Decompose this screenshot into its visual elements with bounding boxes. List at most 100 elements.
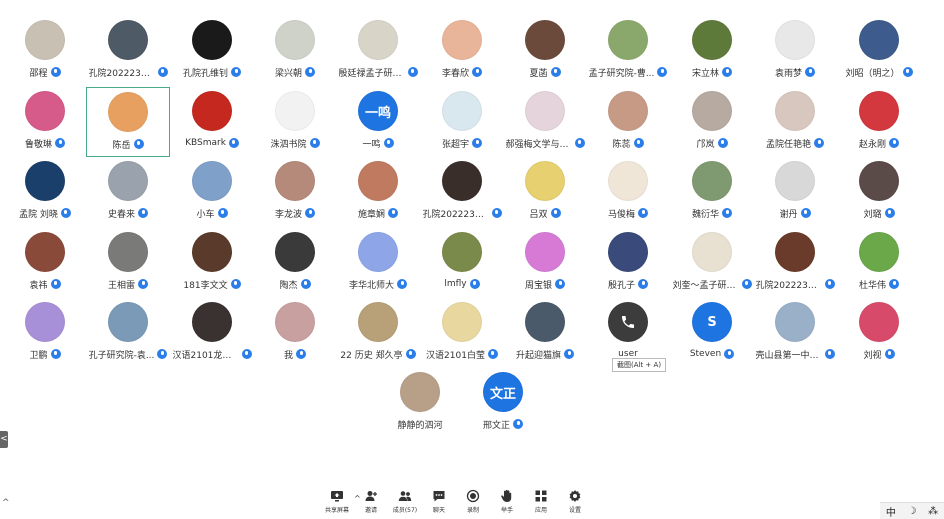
participant-tile[interactable]: 壳山县第一中学... <box>753 298 837 368</box>
participant-avatar <box>275 302 315 342</box>
participant-name: 吕双 <box>529 209 548 220</box>
participant-tile[interactable]: 李华北师大 <box>336 228 420 298</box>
participant-avatar <box>608 91 648 131</box>
mic-icon <box>241 349 252 359</box>
participant-tile[interactable]: 刘璐 <box>837 157 921 227</box>
participant-tile[interactable]: 升起迎猫旗 <box>503 298 587 368</box>
participant-tile[interactable]: 孔子研究院-袁... <box>86 298 170 368</box>
participant-tile[interactable]: 郝强梅文学与传... <box>503 87 587 157</box>
participant-tile[interactable]: 我 <box>253 298 337 368</box>
participant-tile[interactable]: 史春来 <box>86 157 170 227</box>
participant-avatar <box>358 302 398 342</box>
participant-tile[interactable]: 刘昭（明之） <box>837 16 921 86</box>
participant-tile[interactable]: 杜华伟 <box>837 228 921 298</box>
participant-tile[interactable]: 赵永刚 <box>837 87 921 157</box>
participant-tile[interactable]: 汉语2101龙永康 <box>170 298 254 368</box>
participant-tile[interactable]: 谢丹 <box>753 157 837 227</box>
participant-tile[interactable]: 陈岳 <box>86 87 170 157</box>
participant-tile[interactable]: lmfly <box>420 228 504 298</box>
participant-tile[interactable]: 孔院孔维钊 <box>170 16 254 86</box>
apps-icon <box>534 489 548 503</box>
participant-tile[interactable]: 殷廷禄孟子研究院 <box>336 16 420 86</box>
mic-icon <box>487 349 498 359</box>
mic-icon <box>407 67 418 77</box>
mic-icon <box>228 138 239 148</box>
participant-tile[interactable]: 孔院20222311... <box>420 157 504 227</box>
participant-tile[interactable]: 孟子研究院-曹... <box>586 16 670 86</box>
participant-name-row: 孔子研究院-袁... <box>86 347 170 361</box>
collapse-caret-icon[interactable]: ^ <box>2 498 10 508</box>
participant-tile[interactable]: 宋立林 <box>670 16 754 86</box>
participant-tile[interactable]: 孔院20222312... <box>753 228 837 298</box>
participant-tile[interactable]: 22 历史 郑久亭 <box>336 298 420 368</box>
participant-name-row: 刘视 <box>837 347 921 361</box>
participant-avatar: 文正 <box>483 372 523 412</box>
participant-tile[interactable]: 洙泗书院 <box>253 87 337 157</box>
participant-tile[interactable]: 王相雷 <box>86 228 170 298</box>
raise-hand-button[interactable]: 举手 <box>490 489 524 517</box>
invite-button[interactable]: 邀请 <box>354 489 388 517</box>
participant-name-row: 一鸣 <box>336 136 420 150</box>
participant-tile[interactable]: 文正 邢文正 <box>461 368 545 438</box>
ime-indicator[interactable]: 中 ☽ ⁂ <box>880 502 944 519</box>
participant-name-row: 孔院20222312... <box>86 65 170 79</box>
participant-tile[interactable]: 殷孔子 <box>586 228 670 298</box>
participant-tile[interactable]: 刘视 <box>837 298 921 368</box>
participant-tile[interactable]: 一鸣 一鸣 <box>336 87 420 157</box>
participant-tile[interactable]: 施章娴 <box>336 157 420 227</box>
participant-name: 孟院 刘晓 <box>19 209 58 220</box>
participant-tile[interactable]: 吕双 <box>503 157 587 227</box>
participant-tile[interactable]: 静静的泗河 <box>378 368 462 438</box>
mic-icon <box>472 67 482 77</box>
participant-name-row: 周宝银 <box>503 277 587 291</box>
mic-icon <box>814 138 824 148</box>
participant-tile[interactable]: 袁祎 <box>3 228 87 298</box>
participant-tile[interactable]: 魏衍华 <box>670 157 754 227</box>
participant-tile[interactable]: 李春欣 <box>420 16 504 86</box>
participant-name-row: 梁兴朝 <box>253 65 337 79</box>
participant-tile[interactable]: 孟院 刘晓 <box>3 157 87 227</box>
record-button[interactable]: 录制 <box>456 489 490 517</box>
participant-name-row: 刘璐 <box>837 206 921 220</box>
participant-name-row: 孔院孔维钊 <box>170 65 254 79</box>
participant-tile[interactable]: 袁雨梦 <box>753 16 837 86</box>
participant-tile[interactable]: 孔院20222312... <box>86 16 170 86</box>
mic-icon <box>638 279 648 289</box>
apps-button[interactable]: 应用 <box>524 489 558 517</box>
participant-tile[interactable]: KBSmark <box>170 87 254 157</box>
participant-tile[interactable]: 陈蕊 <box>586 87 670 157</box>
participant-tile[interactable]: 小车 <box>170 157 254 227</box>
mic-icon <box>550 208 561 218</box>
share-screen-button[interactable]: 共享屏幕 <box>320 489 354 517</box>
participant-tile[interactable]: 孟院任艳艳 <box>753 87 837 157</box>
participant-tile[interactable]: 周宝银 <box>503 228 587 298</box>
participant-tile[interactable]: 邝岚 <box>670 87 754 157</box>
participant-avatar <box>358 232 398 272</box>
participant-avatar <box>525 161 565 201</box>
participant-avatar <box>692 232 732 272</box>
participant-avatar <box>25 20 65 60</box>
mic-icon <box>296 349 306 359</box>
participant-tile[interactable]: 邵程 <box>3 16 87 86</box>
participant-avatar <box>25 91 65 131</box>
participant-tile[interactable]: 梁兴朝 <box>253 16 337 86</box>
participant-tile[interactable]: 汉语2101白莹 <box>420 298 504 368</box>
settings-button[interactable]: 设置 <box>558 489 592 517</box>
mic-icon <box>230 279 241 289</box>
members-button[interactable]: 成员(57) <box>388 489 422 517</box>
mic-icon <box>805 67 815 77</box>
participant-tile[interactable]: 李龙波 <box>253 157 337 227</box>
side-panel-toggle[interactable]: < <box>0 431 8 448</box>
participant-tile[interactable]: 马俊梅 <box>586 157 670 227</box>
chat-button[interactable]: 聊天 <box>422 489 456 517</box>
participant-tile[interactable]: 夏菡 <box>503 16 587 86</box>
toolbar-label: 举手 <box>500 507 513 514</box>
participant-tile[interactable]: 张超宇 <box>420 87 504 157</box>
participant-tile[interactable]: 陶杰 <box>253 228 337 298</box>
participant-tile[interactable]: 鲁敬琳 <box>3 87 87 157</box>
participant-avatar <box>192 232 232 272</box>
participant-tile[interactable]: 181李文文 <box>170 228 254 298</box>
participant-tile[interactable]: 卫鹏 <box>3 298 87 368</box>
participant-tile[interactable]: S Steven <box>670 298 754 368</box>
participant-tile[interactable]: 刘奎～孟子研究院 <box>670 228 754 298</box>
